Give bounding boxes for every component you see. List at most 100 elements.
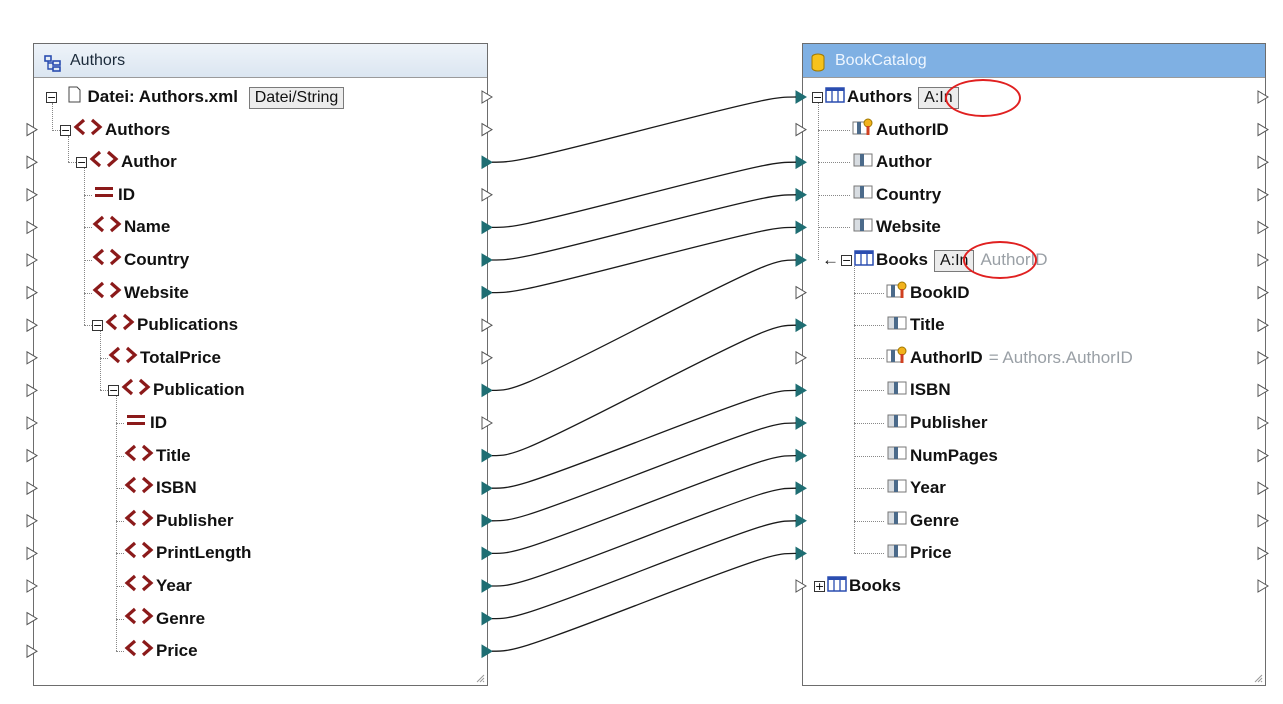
output-port-icon[interactable] bbox=[1257, 350, 1269, 365]
output-port-icon[interactable] bbox=[481, 90, 493, 104]
input-port-icon[interactable] bbox=[26, 416, 38, 430]
tree-guide-line bbox=[818, 103, 819, 260]
tree-guide-line bbox=[68, 135, 69, 162]
output-port-icon[interactable] bbox=[481, 220, 493, 235]
output-port-icon[interactable] bbox=[1257, 546, 1269, 561]
output-port-icon[interactable] bbox=[1257, 90, 1269, 104]
input-port-icon[interactable] bbox=[795, 513, 807, 528]
input-port-icon[interactable] bbox=[26, 481, 38, 496]
input-port-icon[interactable] bbox=[26, 644, 38, 659]
tree-guide-line bbox=[854, 390, 884, 392]
output-port-icon[interactable] bbox=[481, 318, 493, 333]
tree-guide-line bbox=[84, 292, 92, 294]
mapping-connection-line[interactable] bbox=[491, 389, 797, 489]
input-port-icon[interactable] bbox=[26, 253, 38, 267]
tree-guide-line bbox=[116, 618, 124, 620]
input-port-icon[interactable] bbox=[26, 383, 38, 398]
output-port-icon[interactable] bbox=[481, 513, 493, 528]
mapping-connection-line[interactable] bbox=[491, 454, 797, 555]
mapping-connection-line[interactable] bbox=[491, 194, 797, 261]
input-port-icon[interactable] bbox=[795, 481, 807, 496]
input-port-icon[interactable] bbox=[795, 220, 807, 235]
input-port-icon[interactable] bbox=[26, 513, 38, 528]
tree-guide-line bbox=[854, 292, 884, 294]
output-port-icon[interactable] bbox=[481, 122, 493, 137]
output-port-icon[interactable] bbox=[481, 611, 493, 626]
input-port-icon[interactable] bbox=[26, 350, 38, 365]
mapping-canvas[interactable] bbox=[0, 0, 1283, 704]
input-port-icon[interactable] bbox=[795, 90, 807, 104]
mapping-connection-line[interactable] bbox=[491, 324, 797, 457]
tree-guide-line bbox=[116, 423, 124, 424]
output-port-icon[interactable] bbox=[481, 448, 493, 463]
input-port-icon[interactable] bbox=[795, 546, 807, 561]
tree-guide-line bbox=[100, 390, 108, 392]
input-port-icon[interactable] bbox=[795, 155, 807, 170]
output-port-icon[interactable] bbox=[1257, 220, 1269, 235]
input-port-icon[interactable] bbox=[26, 579, 38, 593]
mapping-connection-line[interactable] bbox=[491, 422, 797, 522]
mapping-connection-line[interactable] bbox=[491, 96, 797, 163]
input-port-icon[interactable] bbox=[26, 122, 38, 137]
input-port-icon[interactable] bbox=[26, 187, 38, 202]
output-port-icon[interactable] bbox=[1257, 416, 1269, 430]
mapping-connection-line[interactable] bbox=[491, 520, 797, 620]
input-port-icon[interactable] bbox=[26, 448, 38, 463]
output-port-icon[interactable] bbox=[1257, 122, 1269, 137]
mapping-connection-line[interactable] bbox=[491, 487, 797, 587]
output-port-icon[interactable] bbox=[481, 383, 493, 398]
output-port-icon[interactable] bbox=[1257, 285, 1269, 300]
mapping-connection-line[interactable] bbox=[491, 259, 797, 392]
mapping-connection-line[interactable] bbox=[491, 552, 797, 652]
input-port-icon[interactable] bbox=[795, 350, 807, 365]
input-port-icon[interactable] bbox=[795, 448, 807, 463]
tree-guide-line bbox=[818, 227, 850, 229]
input-port-icon[interactable] bbox=[795, 383, 807, 398]
input-port-icon[interactable] bbox=[26, 318, 38, 333]
output-port-icon[interactable] bbox=[1257, 253, 1269, 267]
output-port-icon[interactable] bbox=[1257, 481, 1269, 496]
tree-guide-line bbox=[116, 455, 124, 457]
output-port-icon[interactable] bbox=[481, 253, 493, 267]
output-port-icon[interactable] bbox=[1257, 155, 1269, 170]
tree-guide-line bbox=[68, 162, 76, 164]
output-port-icon[interactable] bbox=[1257, 579, 1269, 593]
input-port-icon[interactable] bbox=[26, 155, 38, 170]
output-port-icon[interactable] bbox=[1257, 318, 1269, 333]
input-port-icon[interactable] bbox=[795, 416, 807, 430]
tree-guide-line bbox=[854, 357, 884, 359]
tree-guide-line bbox=[84, 260, 92, 261]
tree-guide-line bbox=[116, 488, 124, 490]
input-port-icon[interactable] bbox=[795, 318, 807, 333]
tree-guide-line bbox=[100, 357, 108, 359]
output-port-icon[interactable] bbox=[481, 350, 493, 365]
output-port-icon[interactable] bbox=[481, 579, 493, 593]
mapping-connection-line[interactable] bbox=[491, 161, 797, 229]
tree-guide-line bbox=[854, 423, 884, 424]
output-port-icon[interactable] bbox=[481, 644, 493, 659]
input-port-icon[interactable] bbox=[795, 285, 807, 300]
input-port-icon[interactable] bbox=[795, 253, 807, 267]
output-port-icon[interactable] bbox=[481, 285, 493, 300]
output-port-icon[interactable] bbox=[1257, 448, 1269, 463]
output-port-icon[interactable] bbox=[481, 481, 493, 496]
output-port-icon[interactable] bbox=[1257, 513, 1269, 528]
input-port-icon[interactable] bbox=[795, 187, 807, 202]
input-port-icon[interactable] bbox=[795, 579, 807, 593]
output-port-icon[interactable] bbox=[481, 155, 493, 170]
tree-guide-line bbox=[818, 194, 850, 196]
output-port-icon[interactable] bbox=[481, 546, 493, 561]
output-port-icon[interactable] bbox=[481, 416, 493, 430]
output-port-icon[interactable] bbox=[1257, 187, 1269, 202]
input-port-icon[interactable] bbox=[26, 611, 38, 626]
tree-guide-line bbox=[84, 168, 85, 326]
mapping-connection-line[interactable] bbox=[491, 226, 797, 294]
tree-guide-line bbox=[84, 325, 92, 327]
input-port-icon[interactable] bbox=[26, 285, 38, 300]
output-port-icon[interactable] bbox=[1257, 383, 1269, 398]
input-port-icon[interactable] bbox=[795, 122, 807, 137]
input-port-icon[interactable] bbox=[26, 220, 38, 235]
tree-guide-line bbox=[854, 455, 884, 457]
output-port-icon[interactable] bbox=[481, 187, 493, 202]
input-port-icon[interactable] bbox=[26, 546, 38, 561]
